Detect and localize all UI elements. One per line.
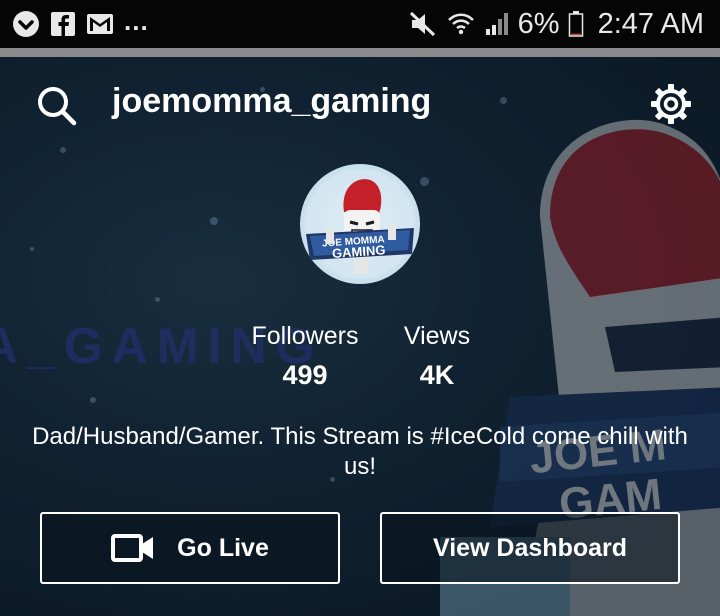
battery-percent: 6% bbox=[517, 7, 560, 40]
search-icon[interactable] bbox=[36, 85, 78, 127]
notification-area: ... bbox=[12, 6, 149, 38]
channel-bio: Dad/Husband/Gamer. This Stream is #IceCo… bbox=[32, 423, 688, 480]
go-live-button[interactable]: Go Live bbox=[40, 512, 340, 584]
go-live-label: Go Live bbox=[177, 533, 269, 562]
followers-count: 499 bbox=[282, 360, 328, 390]
status-bar: ... 6% 2:47 AM bbox=[0, 0, 720, 48]
views-label: Views bbox=[403, 322, 471, 350]
pocket-icon bbox=[13, 11, 39, 37]
view-dashboard-button[interactable]: View Dashboard bbox=[380, 512, 680, 584]
gmail-icon bbox=[87, 14, 113, 34]
app-screen: ... 6% 2:47 AM A_GAMING JOE M GAM joemom… bbox=[0, 0, 720, 616]
battery-icon bbox=[568, 11, 583, 37]
avatar[interactable]: JOE MOMMA GAMING bbox=[300, 164, 420, 284]
signal-icon bbox=[485, 13, 508, 35]
facebook-icon bbox=[51, 12, 75, 36]
mute-icon bbox=[409, 11, 435, 37]
view-dashboard-label: View Dashboard bbox=[432, 533, 628, 562]
system-status: 6% 2:47 AM bbox=[408, 6, 704, 42]
channel-name: joemomma_gaming bbox=[112, 82, 432, 120]
status-bar-divider bbox=[0, 48, 720, 57]
followers-label: Followers bbox=[251, 322, 359, 350]
battery-fill bbox=[570, 33, 581, 35]
gear-icon[interactable] bbox=[650, 83, 692, 125]
channel-logo-image: JOE MOMMA GAMING bbox=[305, 169, 415, 279]
clock: 2:47 AM bbox=[597, 7, 704, 40]
more-notifications: ... bbox=[124, 5, 149, 36]
views-count: 4K bbox=[419, 360, 455, 390]
video-camera-icon bbox=[111, 534, 154, 562]
wifi-icon bbox=[447, 13, 474, 35]
